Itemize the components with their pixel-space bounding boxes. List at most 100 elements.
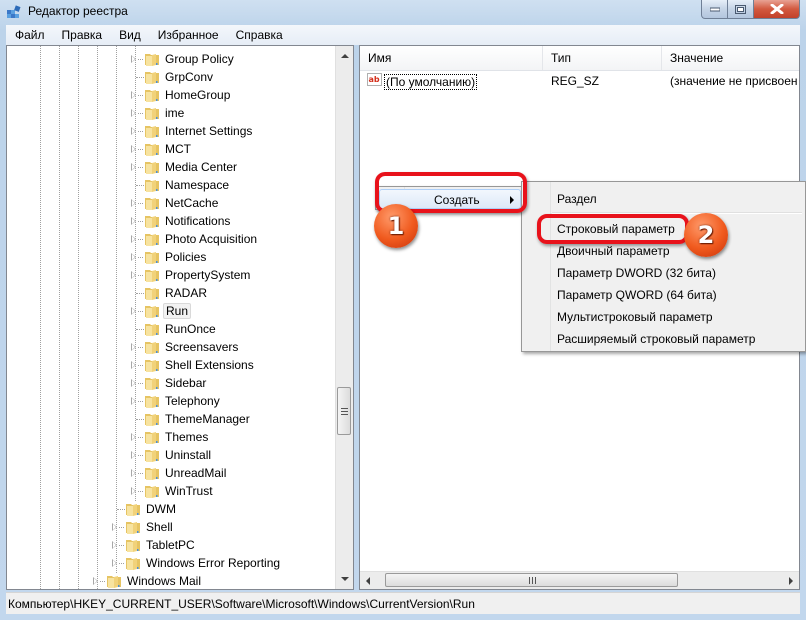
minimize-button[interactable] — [701, 0, 728, 19]
tree-node-label[interactable]: NetCache — [163, 195, 220, 211]
tree-node-label[interactable]: Shell Extensions — [163, 357, 256, 373]
expand-arrow-icon[interactable] — [131, 199, 136, 207]
expand-arrow-icon[interactable] — [131, 163, 136, 171]
column-header-type[interactable]: Тип — [543, 46, 662, 70]
menu-help[interactable]: Справка — [228, 28, 292, 42]
menu-favorites[interactable]: Избранное — [150, 28, 228, 42]
tree-node-label[interactable]: UnreadMail — [163, 465, 228, 481]
tree-node[interactable]: Group Policy — [7, 50, 337, 68]
tree-node[interactable]: Themes — [7, 428, 337, 446]
maximize-button[interactable] — [728, 0, 754, 19]
scroll-down-arrow-icon[interactable] — [341, 577, 349, 581]
registry-key-tree[interactable]: Group Policy GrpConv HomeGroup ime Internet … — [6, 45, 354, 590]
tree-node[interactable]: RADAR — [7, 284, 337, 302]
close-button[interactable] — [754, 0, 800, 19]
tree-node-label[interactable]: Group Policy — [163, 51, 236, 67]
tree-node[interactable]: RunOnce — [7, 320, 337, 338]
scroll-up-arrow-icon[interactable] — [341, 54, 349, 58]
tree-node-label[interactable]: TabletPC — [144, 537, 197, 553]
tree-node-label[interactable]: Policies — [163, 249, 208, 265]
expand-arrow-icon[interactable] — [131, 487, 136, 495]
tree-node[interactable]: Run — [7, 302, 337, 320]
tree-node[interactable]: Screensavers — [7, 338, 337, 356]
tree-node[interactable]: Photo Acquisition — [7, 230, 337, 248]
menu-view[interactable]: Вид — [111, 28, 150, 42]
tree-node[interactable]: GrpConv — [7, 68, 337, 86]
submenu-item-expandable-string-value[interactable]: Расширяемый строковый параметр — [557, 332, 755, 346]
value-name[interactable]: (По умолчанию) — [384, 74, 478, 90]
tree-node[interactable]: Notifications — [7, 212, 337, 230]
tree-node-label[interactable]: Internet Settings — [163, 123, 254, 139]
tree-node-label[interactable]: ThemeManager — [163, 411, 252, 427]
tree-node-label[interactable]: Windows Mail — [125, 573, 203, 589]
tree-node[interactable]: NetCache — [7, 194, 337, 212]
tree-node-label[interactable]: Media Center — [163, 159, 239, 175]
tree-node-label[interactable]: Notifications — [163, 213, 232, 229]
expand-arrow-icon[interactable] — [131, 343, 136, 351]
tree-node-label[interactable]: WinTrust — [163, 483, 215, 499]
list-scroll-thumb[interactable] — [385, 573, 678, 587]
tree-node-label[interactable]: Shell — [144, 519, 175, 535]
menu-file[interactable]: Файл — [6, 28, 54, 42]
tree-node-label[interactable]: Windows Error Reporting — [144, 555, 282, 571]
column-header-name[interactable]: Имя — [360, 46, 543, 70]
tree-node[interactable]: TabletPC — [7, 536, 337, 554]
tree-node[interactable]: Windows Error Reporting — [7, 554, 337, 572]
tree-node[interactable]: UnreadMail — [7, 464, 337, 482]
tree-node-label[interactable]: MCT — [163, 141, 193, 157]
expand-arrow-icon[interactable] — [112, 541, 117, 549]
expand-arrow-icon[interactable] — [131, 253, 136, 261]
submenu-item-multistring-value[interactable]: Мультистроковый параметр — [557, 310, 713, 324]
expand-arrow-icon[interactable] — [93, 577, 98, 585]
tree-node-label[interactable]: Screensavers — [163, 339, 240, 355]
tree-node[interactable]: Policies — [7, 248, 337, 266]
tree-node[interactable]: Internet Settings — [7, 122, 337, 140]
expand-arrow-icon[interactable] — [131, 379, 136, 387]
tree-node[interactable]: MCT — [7, 140, 337, 158]
tree-node[interactable]: Shell — [7, 518, 337, 536]
tree-node-label[interactable]: Themes — [163, 429, 210, 445]
expand-arrow-icon[interactable] — [131, 127, 136, 135]
list-row[interactable]: ab (По умолчанию) REG_SZ (значение не пр… — [360, 72, 799, 90]
list-horizontal-scrollbar[interactable] — [360, 571, 799, 589]
tree-node-label[interactable]: Uninstall — [163, 447, 213, 463]
tree-node[interactable]: ime — [7, 104, 337, 122]
tree-node-label[interactable]: Run — [163, 303, 192, 319]
tree-node[interactable]: Namespace — [7, 176, 337, 194]
tree-vertical-scrollbar[interactable] — [335, 46, 353, 589]
expand-arrow-icon[interactable] — [131, 397, 136, 405]
expand-arrow-icon[interactable] — [131, 451, 136, 459]
tree-node[interactable]: Telephony — [7, 392, 337, 410]
tree-node[interactable]: Media Center — [7, 158, 337, 176]
expand-arrow-icon[interactable] — [131, 307, 136, 315]
tree-node-label[interactable]: Telephony — [163, 393, 222, 409]
expand-arrow-icon[interactable] — [131, 55, 136, 63]
tree-node[interactable]: Uninstall — [7, 446, 337, 464]
tree-node-label[interactable]: GrpConv — [163, 69, 215, 85]
tree-node[interactable]: Shell Extensions — [7, 356, 337, 374]
tree-node-label[interactable]: DWM — [144, 501, 178, 517]
tree-node-label[interactable]: Namespace — [163, 177, 231, 193]
tree-node[interactable]: HomeGroup — [7, 86, 337, 104]
expand-arrow-icon[interactable] — [112, 559, 117, 567]
scroll-right-arrow-icon[interactable] — [789, 577, 793, 585]
tree-node-label[interactable]: HomeGroup — [163, 87, 232, 103]
tree-node-label[interactable]: ime — [163, 105, 186, 121]
tree-node[interactable]: Windows Mail — [7, 572, 337, 589]
menu-edit[interactable]: Правка — [54, 28, 112, 42]
expand-arrow-icon[interactable] — [131, 145, 136, 153]
expand-arrow-icon[interactable] — [131, 433, 136, 441]
submenu-item-key[interactable]: Раздел — [557, 192, 597, 206]
expand-arrow-icon[interactable] — [131, 109, 136, 117]
tree-node-label[interactable]: PropertySystem — [163, 267, 252, 283]
tree-node[interactable]: ThemeManager — [7, 410, 337, 428]
expand-arrow-icon[interactable] — [131, 217, 136, 225]
tree-node[interactable]: Sidebar — [7, 374, 337, 392]
expand-arrow-icon[interactable] — [131, 91, 136, 99]
expand-arrow-icon[interactable] — [131, 361, 136, 369]
column-header-value[interactable]: Значение — [662, 46, 799, 70]
tree-node-label[interactable]: RunOnce — [163, 321, 218, 337]
tree-node[interactable]: DWM — [7, 500, 337, 518]
expand-arrow-icon[interactable] — [131, 271, 136, 279]
tree-node-label[interactable]: Sidebar — [163, 375, 208, 391]
